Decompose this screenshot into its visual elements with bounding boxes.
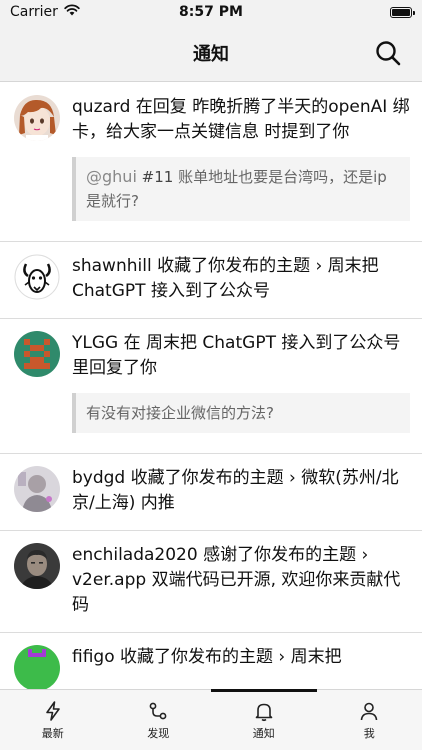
status-time: 8:57 PM [179,4,243,20]
goat-avatar-image [14,254,60,300]
notification-text: fifigo 收藏了你发布的主题 › 周末把 [72,647,342,667]
bolt-icon [45,700,60,721]
notification-text: bydgd 收藏了你发布的主题 › 微软(苏州/北京/上海) 内推 [72,468,399,513]
notification-item[interactable]: quzard 在回复 昨晚折腾了半天的openAI 绑卡，给大家一点关键信息 时… [0,83,422,242]
tab-notifications[interactable]: 通知 [211,689,317,750]
notification-text: shawnhill 收藏了你发布的主题 › 周末把ChatGPT 接入到了公众号 [72,256,379,301]
page-title: 通知 [193,43,229,65]
green-avatar-image [14,645,60,689]
wifi-icon [64,4,80,20]
user-avatar[interactable] [14,331,60,377]
battery-icon [390,6,415,18]
notification-item[interactable]: shawnhill 收藏了你发布的主题 › 周末把ChatGPT 接入到了公众号 [0,242,422,319]
status-bar: Carrier 8:57 PM [0,0,422,24]
tab-me[interactable]: 我 [317,690,422,750]
status-left: Carrier [10,4,80,20]
notification-text: quzard 在回复 昨晚折腾了半天的openAI 绑卡，给大家一点关键信息 时… [72,97,410,142]
portrait-avatar-image [14,543,60,589]
notification-text: YLGG 在 周末把 ChatGPT 接入到了公众号 里回复了你 [72,333,401,378]
tab-label: 通知 [252,726,275,740]
notification-text: enchilada2020 感谢了你发布的主题 › v2er.app 双端代码已… [72,545,401,615]
tab-discover[interactable]: 发现 [106,690,212,750]
user-avatar[interactable] [14,466,60,512]
notification-content: YLGG 在 周末把 ChatGPT 接入到了公众号 里回复了你 有没有对接企业… [72,331,410,439]
anime-avatar-image [14,95,60,141]
tab-label: 发现 [147,726,170,740]
user-avatar[interactable] [14,543,60,589]
search-button[interactable] [374,39,402,67]
tab-label: 最新 [41,726,64,740]
tab-latest[interactable]: 最新 [0,690,106,750]
bell-icon [255,703,273,721]
user-avatar[interactable] [14,254,60,300]
notification-content: shawnhill 收藏了你发布的主题 › 周末把ChatGPT 接入到了公众号 [72,254,410,304]
search-icon [376,41,401,66]
carrier-label: Carrier [10,4,58,20]
quote-floor-number: #11 [136,168,174,186]
discover-icon [149,702,167,719]
tab-label: 我 [363,726,375,740]
notification-list: quzard 在回复 昨晚折腾了半天的openAI 绑卡，给大家一点关键信息 时… [0,83,422,689]
user-avatar[interactable] [14,95,60,141]
quote-text: 有没有对接企业微信的方法? [86,404,274,422]
photo-avatar-image [14,466,60,512]
notification-item[interactable]: YLGG 在 周末把 ChatGPT 接入到了公众号 里回复了你 有没有对接企业… [0,319,422,454]
person-icon [360,702,378,720]
reply-quote: @ghui #11 账单地址也要是台湾吗，还是ip 是就行? [72,157,410,221]
pixel-avatar-image [14,331,60,377]
navigation-bar: 通知 [0,24,422,82]
user-avatar[interactable] [14,645,60,689]
quote-mention[interactable]: @ghui [86,167,137,186]
reply-quote: 有没有对接企业微信的方法? [72,393,410,433]
notification-content: fifigo 收藏了你发布的主题 › 周末把 [72,645,410,689]
notification-item[interactable]: fifigo 收藏了你发布的主题 › 周末把 [0,633,422,689]
tab-bar: 最新 发现 通知 我 [0,689,422,750]
notification-item[interactable]: enchilada2020 感谢了你发布的主题 › v2er.app 双端代码已… [0,531,422,633]
notification-content: enchilada2020 感谢了你发布的主题 › v2er.app 双端代码已… [72,543,410,618]
notification-content: quzard 在回复 昨晚折腾了半天的openAI 绑卡，给大家一点关键信息 时… [72,95,410,227]
notification-content: bydgd 收藏了你发布的主题 › 微软(苏州/北京/上海) 内推 [72,466,410,516]
notification-item[interactable]: bydgd 收藏了你发布的主题 › 微软(苏州/北京/上海) 内推 [0,454,422,531]
